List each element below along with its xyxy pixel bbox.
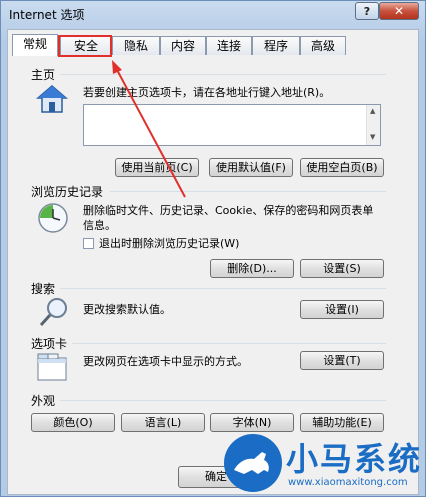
watermark-url: www.xiaomaxitong.com [288,477,408,488]
site-watermark: 小马系统 www.xiaomaxitong.com [222,432,426,497]
watermark-title: 小马系统 [286,440,423,478]
annotation-arrow [112,60,186,198]
horse-logo-icon [224,434,282,492]
